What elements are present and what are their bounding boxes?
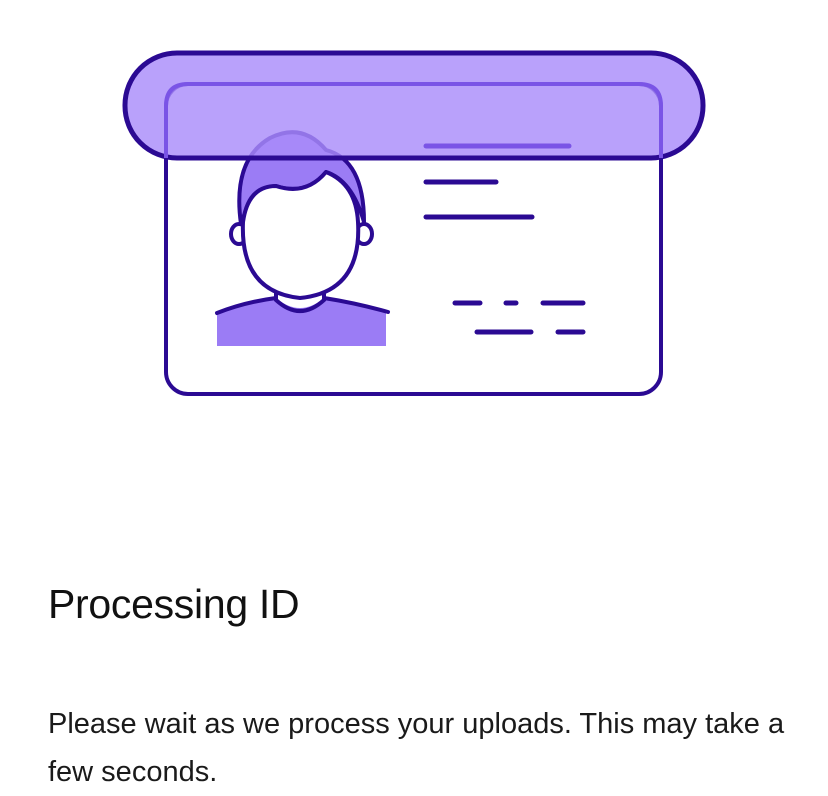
processing-description: Please wait as we process your uploads. … xyxy=(48,708,785,788)
processing-id-screen: Processing ID Please wait as we process … xyxy=(0,0,828,796)
scanner-bar xyxy=(122,50,706,161)
person-face xyxy=(240,170,361,300)
id-card-scan-icon xyxy=(122,50,706,396)
page-title: Processing ID xyxy=(48,581,300,627)
